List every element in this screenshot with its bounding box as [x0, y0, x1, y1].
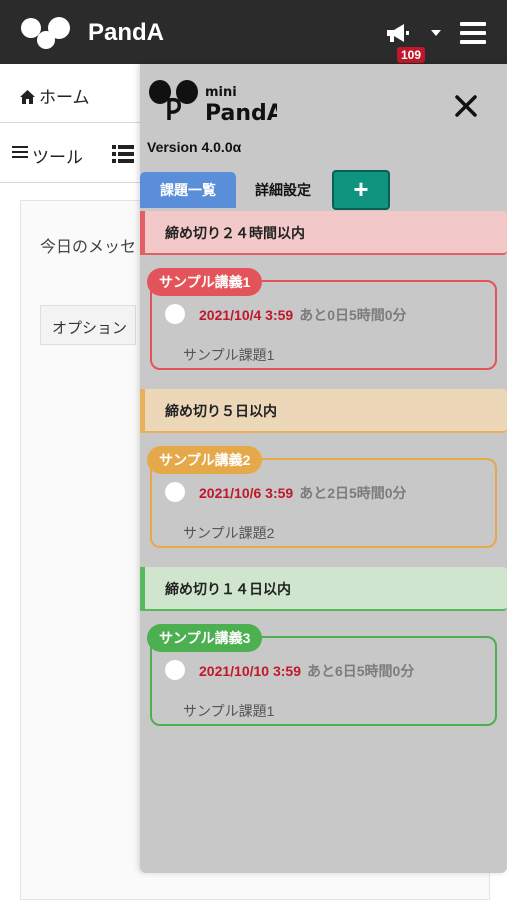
home-label: ホーム — [39, 88, 90, 107]
close-icon[interactable] — [454, 94, 478, 118]
panda-logo-icon[interactable] — [20, 16, 74, 50]
notification-badge: 109 — [397, 47, 426, 63]
section-header-14d: 締め切り１４日以内 — [140, 567, 507, 611]
nav-home-link[interactable]: ホーム — [20, 83, 90, 108]
due-date: 2021/10/10 3:59 あと6日5時間0分 — [199, 661, 414, 681]
menu-icon[interactable] — [460, 22, 486, 44]
lecture-label: サンプル講義3 — [147, 624, 263, 652]
tools-label: ツール — [32, 148, 83, 167]
complete-checkbox[interactable] — [165, 660, 185, 680]
lecture-label: サンプル講義1 — [147, 268, 263, 296]
assignment-title: サンプル課題1 — [183, 347, 275, 363]
list-icon[interactable] — [112, 145, 134, 163]
chevron-down-icon[interactable] — [431, 30, 441, 36]
complete-checkbox[interactable] — [165, 482, 185, 502]
minipanda-logo-name: PandA — [205, 101, 277, 124]
assignment-title: サンプル課題2 — [183, 525, 275, 541]
assignment-title: サンプル課題1 — [183, 703, 275, 719]
section-header-24h: 締め切り２４時間以内 — [140, 211, 507, 255]
tools-menu-button[interactable]: ツール — [12, 143, 83, 168]
tab-assignment-list[interactable]: 課題一覧 — [140, 172, 236, 208]
minipanda-logo-mini: mini — [205, 85, 237, 100]
minipanda-logo-icon: mini PandA — [149, 80, 277, 124]
minipanda-panel: mini PandA Version 4.0.0α 課題一覧 詳細設定 + 締め… — [140, 64, 507, 873]
todays-message-heading: 今日のメッセ — [40, 239, 137, 256]
section-header-5d: 締め切り５日以内 — [140, 389, 507, 433]
remaining-time: あと6日5時間0分 — [306, 663, 415, 679]
due-date-text: 2021/10/6 3:59 — [199, 485, 294, 501]
due-date: 2021/10/6 3:59 あと2日5時間0分 — [199, 483, 407, 503]
due-date-text: 2021/10/10 3:59 — [199, 663, 301, 679]
remaining-time: あと0日5時間0分 — [299, 307, 407, 323]
megaphone-icon[interactable] — [384, 22, 410, 44]
complete-checkbox[interactable] — [165, 304, 185, 324]
options-button[interactable]: オプション — [40, 305, 136, 345]
home-icon — [20, 90, 35, 104]
tools-menu-icon — [12, 146, 28, 161]
due-date: 2021/10/4 3:59 あと0日5時間0分 — [199, 305, 407, 325]
due-date-text: 2021/10/4 3:59 — [199, 307, 294, 323]
site-logo-text[interactable]: PandA — [88, 19, 164, 47]
add-button[interactable]: + — [332, 170, 390, 210]
version-label: Version 4.0.0α — [147, 139, 242, 155]
tab-settings[interactable]: 詳細設定 — [238, 172, 328, 208]
top-header: PandA 109 — [0, 0, 507, 64]
remaining-time: あと2日5時間0分 — [299, 485, 407, 501]
lecture-label: サンプル講義2 — [147, 446, 263, 474]
